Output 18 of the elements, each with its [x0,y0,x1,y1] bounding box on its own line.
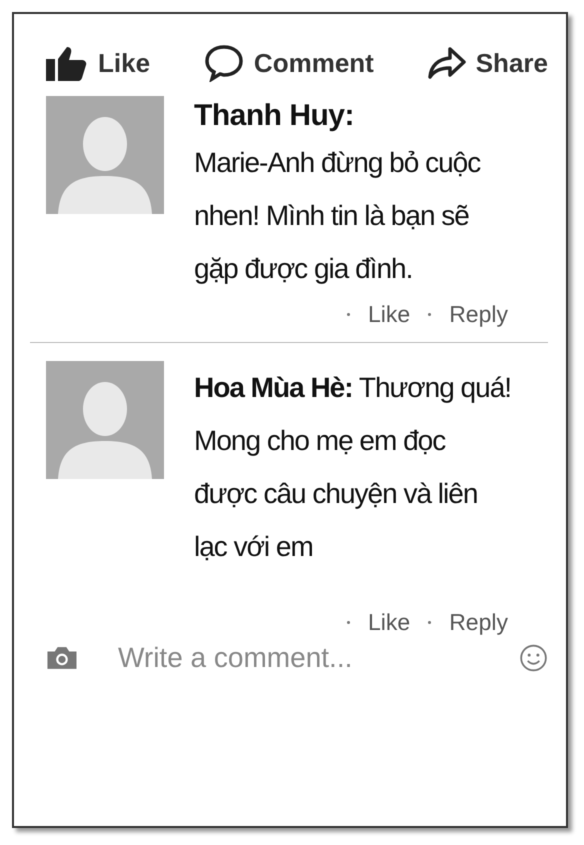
comment-text: Hoa Mùa Hè: Thương quá! Mong cho mẹ em đọc được câu chuyện và liên lạc với em [194,371,512,564]
separator-dot [428,621,432,624]
share-arrow-icon [428,46,466,80]
share-button[interactable]: Share [428,46,548,80]
reply-link[interactable]: Reply [449,609,508,636]
separator-dot [346,313,350,316]
separator-dot [428,313,432,316]
separator-dot [346,621,350,624]
reply-link[interactable]: Reply [449,301,508,328]
like-link[interactable]: Like [368,301,410,328]
comment-button[interactable]: Comment [204,44,374,82]
thumbs-up-icon [46,45,88,81]
speech-bubble-icon [204,44,244,82]
comment-input[interactable]: Write a comment... [116,641,481,675]
like-link[interactable]: Like [368,609,410,636]
comment-text: Marie-Anh đừng bỏ cuộc nhen! Mình tin là bạn sẽ gặp được gia đình. [194,146,482,286]
commenter-name: Thanh Huy: [194,98,355,134]
like-button[interactable]: Like [46,45,150,81]
